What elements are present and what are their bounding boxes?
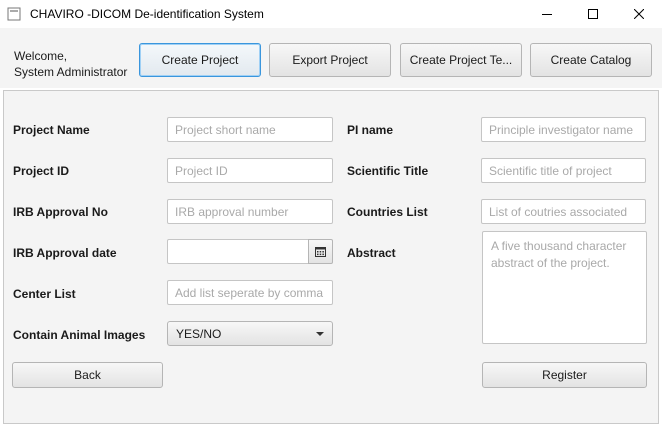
irb-approval-no-label: IRB Approval No — [13, 205, 108, 219]
welcome-message: Welcome, System Administrator — [14, 48, 127, 80]
irb-approval-date-picker — [167, 239, 333, 264]
contain-animal-images-select[interactable]: YES/NO — [167, 321, 333, 346]
minimize-icon — [542, 14, 552, 15]
calendar-button[interactable] — [308, 239, 333, 264]
abstract-label: Abstract — [347, 246, 396, 260]
calendar-icon — [315, 246, 326, 257]
select-value: YES/NO — [176, 326, 222, 341]
project-name-input[interactable] — [167, 117, 333, 142]
minimize-button[interactable] — [524, 0, 570, 28]
window-title: CHAVIRO -DICOM De-identification System — [30, 7, 264, 21]
irb-approval-no-input[interactable] — [167, 199, 333, 224]
countries-list-label: Countries List — [347, 205, 428, 219]
contain-animal-images-label: Contain Animal Images — [13, 328, 146, 342]
abstract-textarea[interactable] — [482, 231, 647, 344]
create-project-template-button[interactable]: Create Project Te... — [400, 43, 522, 77]
welcome-line: Welcome, — [14, 49, 68, 63]
center-list-label: Center List — [13, 287, 76, 301]
center-list-input[interactable] — [167, 280, 333, 305]
maximize-button[interactable] — [570, 0, 616, 28]
close-button[interactable] — [616, 0, 662, 28]
pi-name-label: PI name — [347, 123, 394, 137]
export-project-button[interactable]: Export Project — [269, 43, 391, 77]
window-title-bar: CHAVIRO -DICOM De-identification System — [0, 0, 662, 28]
user-role: System Administrator — [14, 65, 128, 79]
project-id-input[interactable] — [167, 158, 333, 183]
countries-list-input[interactable] — [481, 199, 646, 224]
project-form: Project Name Project ID IRB Approval No … — [3, 90, 659, 424]
register-button[interactable]: Register — [482, 362, 647, 388]
project-id-label: Project ID — [13, 164, 70, 178]
irb-approval-date-label: IRB Approval date — [13, 246, 117, 260]
create-project-button[interactable]: Create Project — [139, 43, 261, 77]
pi-name-input[interactable] — [481, 117, 646, 142]
app-icon — [7, 7, 21, 21]
toolbar: Welcome, System Administrator Create Pro… — [0, 28, 662, 88]
scientific-title-input[interactable] — [481, 158, 646, 183]
maximize-icon — [588, 9, 598, 19]
create-catalog-button[interactable]: Create Catalog — [530, 43, 652, 77]
back-button[interactable]: Back — [12, 362, 163, 388]
scientific-title-label: Scientific Title — [347, 164, 429, 178]
irb-approval-date-input[interactable] — [167, 239, 309, 264]
project-name-label: Project Name — [13, 123, 90, 137]
chevron-down-icon — [316, 332, 324, 336]
close-icon — [634, 9, 644, 19]
